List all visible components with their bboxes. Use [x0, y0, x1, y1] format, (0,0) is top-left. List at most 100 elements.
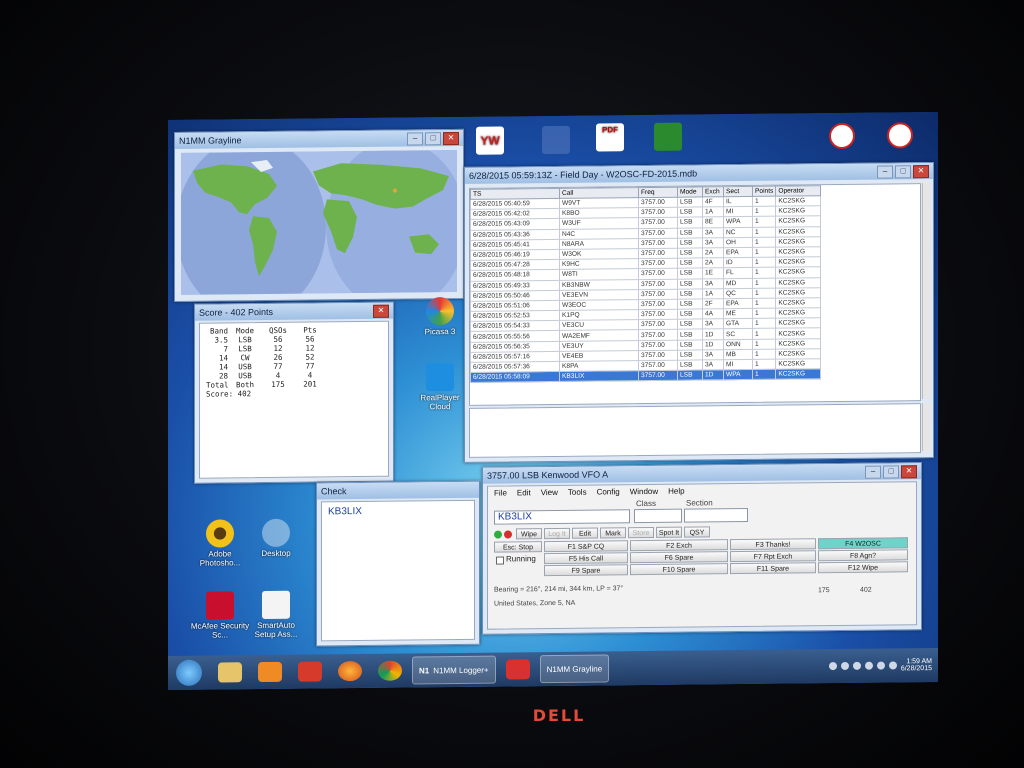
log-column-header[interactable]: Points	[752, 186, 776, 197]
app-icon[interactable]	[298, 661, 322, 682]
log-column-header[interactable]: Mode	[677, 186, 703, 198]
menu-tools[interactable]: Tools	[568, 488, 587, 497]
class-input[interactable]	[634, 508, 682, 524]
desktop-icon-desktop[interactable]: Desktop	[246, 518, 306, 559]
wipe-button[interactable]: Wipe	[516, 528, 542, 540]
yw-shortcut[interactable]: YW	[468, 126, 512, 156]
log-cell: LSB	[677, 329, 703, 340]
f7-button[interactable]: F7 Rpt Exch	[730, 550, 816, 563]
log-scrollbar[interactable]	[922, 183, 931, 400]
tray-icon[interactable]	[864, 661, 873, 670]
f10-button[interactable]: F10 Spare	[630, 563, 728, 576]
f2-button[interactable]: F2 Exch	[630, 539, 728, 552]
tray-icon[interactable]	[840, 661, 849, 670]
desktop-icon-picasa[interactable]: Picasa 3	[410, 297, 470, 337]
score-window[interactable]: Score - 402 Points ✕ Band Mode QSOs Pts …	[194, 301, 394, 484]
log-titlebar[interactable]: 6/28/2015 05:59:13Z - Field Day - W2OSC-…	[465, 163, 933, 184]
f8-button[interactable]: F8 Agn?	[818, 549, 908, 562]
taskbar-n1mm-label: N1MM Logger+	[433, 665, 489, 675]
log-cell: KB3LIX	[559, 370, 639, 382]
store-button[interactable]: Store	[628, 526, 654, 539]
menu-config[interactable]: Config	[597, 487, 620, 496]
f11-button[interactable]: F11 Spare	[730, 562, 816, 575]
no-entry-shortcut-1[interactable]	[824, 122, 860, 151]
desktop-icon-mcafee[interactable]: McAfee Security Sc...	[190, 591, 250, 640]
pdf-shortcut[interactable]: PDF	[588, 123, 632, 153]
grayline-titlebar[interactable]: N1MM Grayline – □ ✕	[175, 129, 463, 149]
close-icon[interactable]: ✕	[913, 164, 929, 178]
log-column-header[interactable]: Sect	[723, 186, 753, 197]
log-grid[interactable]: TS Call Freq Mode Exch Sect Points Operator 6/2…	[469, 183, 921, 406]
f9-button[interactable]: F9 Spare	[544, 564, 628, 577]
section-input[interactable]	[684, 507, 748, 523]
bandmap-panel[interactable]	[469, 403, 921, 458]
tray-icon[interactable]	[876, 661, 885, 670]
entry-window[interactable]: 3757.00 LSB Kenwood VFO A – □ ✕ File Edit …	[482, 462, 922, 635]
document-shortcut[interactable]	[534, 125, 578, 156]
mark-button[interactable]: Mark	[600, 527, 626, 539]
volume-icon[interactable]	[888, 661, 897, 670]
menu-edit[interactable]: Edit	[517, 488, 531, 497]
f3-button[interactable]: F3 Thanks!	[730, 538, 816, 551]
f12-button[interactable]: F12 Wipe	[818, 561, 908, 574]
running-checkbox[interactable]	[496, 556, 504, 565]
menu-file[interactable]: File	[494, 488, 507, 497]
log-cell: NC	[723, 226, 753, 238]
log-window[interactable]: 6/28/2015 05:59:13Z - Field Day - W2OSC-…	[464, 162, 934, 463]
log-cell: 6/28/2015 05:58:09	[470, 371, 560, 383]
esc-stop-button[interactable]: Esc: Stop	[494, 541, 542, 553]
media-player-icon[interactable]	[258, 661, 282, 683]
desktop-icon-photoshop[interactable]: Adobe Photosho...	[190, 519, 250, 568]
menu-window[interactable]: Window	[630, 487, 658, 496]
score-titlebar[interactable]: Score - 402 Points ✕	[195, 302, 393, 321]
menu-view[interactable]: View	[541, 488, 558, 497]
log-cell: 1	[752, 328, 776, 340]
check-titlebar[interactable]: Check	[317, 481, 479, 500]
edit-button[interactable]: Edit	[572, 527, 598, 539]
maximize-icon[interactable]: □	[425, 131, 441, 145]
desktop-icon-setup[interactable]: SmartAuto Setup Ass...	[246, 590, 306, 640]
spot-it-button[interactable]: Spot It	[656, 526, 682, 538]
no-entry-shortcut-2[interactable]	[882, 122, 918, 150]
call-input[interactable]: KB3LIX	[494, 509, 630, 525]
check-window[interactable]: Check KB3LIX	[316, 480, 480, 647]
f6-button[interactable]: F6 Spare	[630, 551, 728, 564]
check-list[interactable]: KB3LIX	[321, 499, 475, 642]
f4-button[interactable]: F4 W2OSC	[818, 537, 908, 550]
log-it-button[interactable]: Log It	[544, 527, 570, 540]
score-cell: 201	[303, 379, 317, 389]
score-cell: 14	[218, 353, 228, 363]
minimize-icon[interactable]: –	[407, 131, 423, 146]
firefox-icon[interactable]	[338, 661, 362, 682]
grayline-window[interactable]: N1MM Grayline – □ ✕	[174, 128, 464, 302]
maximize-icon[interactable]: □	[883, 464, 899, 479]
log-cell: MI	[723, 359, 753, 370]
maximize-icon[interactable]: □	[895, 164, 911, 178]
desktop-icon-realplayer[interactable]: RealPlayer Cloud	[410, 363, 470, 412]
trophy-shortcut[interactable]	[646, 122, 690, 153]
log-column-header[interactable]: Freq	[638, 187, 678, 198]
log-column-header[interactable]: Operator	[775, 185, 821, 197]
f5-button[interactable]: F5 His Call	[544, 552, 628, 565]
start-button[interactable]	[176, 659, 202, 686]
tray-icon[interactable]	[828, 662, 837, 671]
qsy-button[interactable]: QSY	[684, 526, 710, 538]
explorer-icon[interactable]	[218, 662, 242, 683]
f1-button[interactable]: F1 S&P CQ	[544, 540, 628, 553]
taskbar-grayline-button[interactable]: N1MM Grayline	[539, 654, 610, 684]
minimize-icon[interactable]: –	[865, 465, 881, 479]
download-icon[interactable]	[505, 659, 530, 680]
taskbar-n1mm-button[interactable]: N1 N1MM Logger+	[412, 655, 496, 685]
tray-icon[interactable]	[852, 661, 861, 670]
close-icon[interactable]: ✕	[373, 304, 389, 318]
menu-help[interactable]: Help	[668, 487, 684, 496]
log-column-header[interactable]: Exch	[702, 186, 724, 197]
close-icon[interactable]: ✕	[443, 131, 459, 145]
clock[interactable]: 1:59 AM 6/28/2015	[901, 658, 932, 672]
minimize-icon[interactable]: –	[877, 164, 893, 179]
chrome-icon[interactable]	[378, 660, 402, 681]
close-icon[interactable]: ✕	[901, 464, 917, 478]
log-cell: LSB	[677, 268, 703, 279]
panel-scrollbar[interactable]	[922, 403, 931, 452]
entry-titlebar[interactable]: 3757.00 LSB Kenwood VFO A – □ ✕	[483, 463, 921, 484]
